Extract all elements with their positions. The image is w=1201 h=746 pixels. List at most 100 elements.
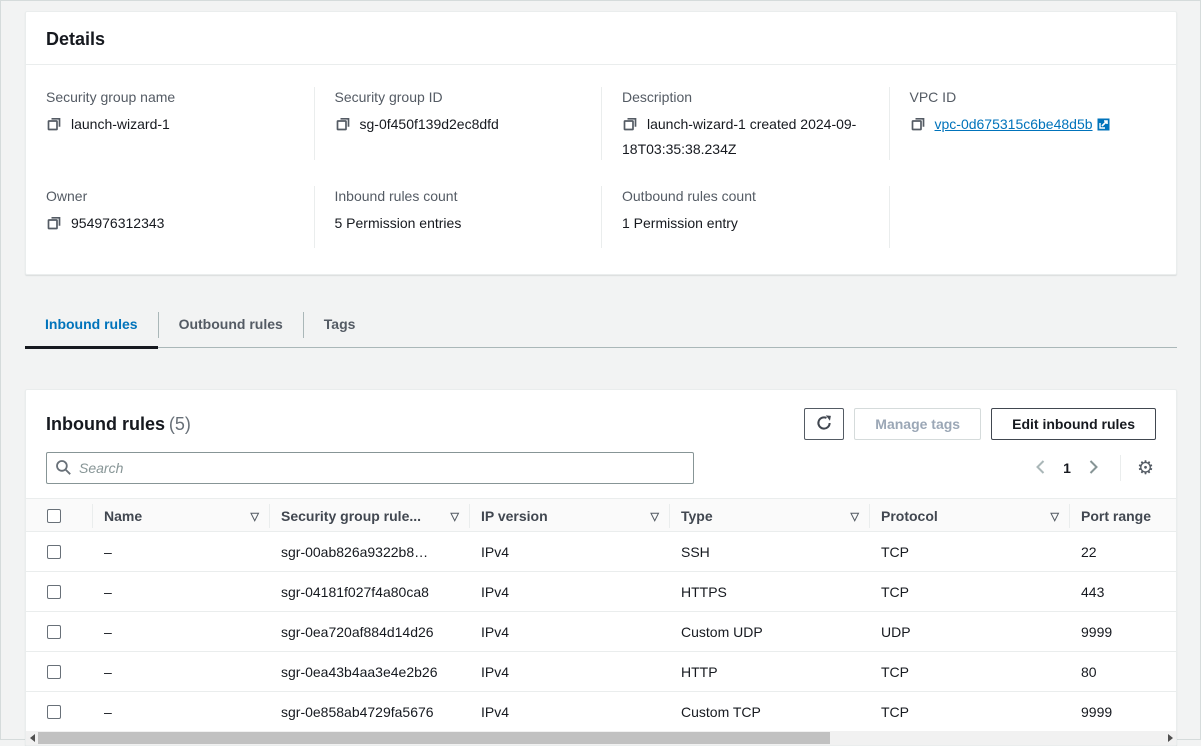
column-header-type[interactable]: Type▽ xyxy=(669,499,869,533)
cell-protocol: TCP xyxy=(869,704,1069,720)
tab-inbound-rules[interactable]: Inbound rules xyxy=(25,303,158,347)
cell-ip-version: IPv4 xyxy=(469,704,669,720)
cell-ip-version: IPv4 xyxy=(469,584,669,600)
cell-ip-version: IPv4 xyxy=(469,544,669,560)
cell-rule-id: sgr-0ea43b4aa3e4e2b26 xyxy=(269,664,469,680)
cell-name: – xyxy=(92,664,269,680)
table-row[interactable]: – sgr-00ab826a9322b8… IPv4 SSH TCP 22 xyxy=(26,532,1176,572)
field-label: Description xyxy=(622,87,869,107)
field-value: launch-wizard-1 xyxy=(46,113,294,138)
table-row[interactable]: – sgr-04181f027f4a80ca8 IPv4 HTTPS TCP 4… xyxy=(26,572,1176,612)
row-checkbox[interactable] xyxy=(47,665,61,679)
cell-name: – xyxy=(92,584,269,600)
field-inbound-rules-count: Inbound rules count 5 Permission entries xyxy=(314,186,602,248)
filter-icon[interactable]: ▽ xyxy=(651,510,659,523)
field-vpc-id: VPC ID vpc-0d675315c6be48d5b xyxy=(889,87,1177,160)
column-header-name[interactable]: Name▽ xyxy=(92,499,269,533)
field-label: Security group ID xyxy=(335,87,582,107)
cell-name: – xyxy=(92,544,269,560)
scroll-right-arrow-icon[interactable] xyxy=(1164,731,1176,745)
inbound-rules-card: Inbound rules (5) Manage tags Edit inbou… xyxy=(25,389,1177,746)
cell-type: HTTP xyxy=(669,664,869,680)
scrollbar-thumb[interactable] xyxy=(38,732,830,744)
tab-outbound-rules[interactable]: Outbound rules xyxy=(159,303,303,347)
cell-protocol: TCP xyxy=(869,584,1069,600)
cell-rule-id: sgr-0e858ab4729fa5676 xyxy=(269,704,469,720)
cell-type: Custom TCP xyxy=(669,704,869,720)
field-label: VPC ID xyxy=(910,87,1157,107)
manage-tags-button[interactable]: Manage tags xyxy=(854,408,981,440)
field-outbound-rules-count: Outbound rules count 1 Permission entry xyxy=(601,186,889,248)
table-row[interactable]: – sgr-0ea43b4aa3e4e2b26 IPv4 HTTP TCP 80 xyxy=(26,652,1176,692)
rule-count-badge: (5) xyxy=(169,414,191,434)
cell-type: Custom UDP xyxy=(669,624,869,640)
field-value: sg-0f450f139d2ec8dfd xyxy=(335,113,582,138)
filter-icon[interactable]: ▽ xyxy=(451,510,459,523)
field-value: 5 Permission entries xyxy=(335,212,582,234)
inbound-rules-header: Inbound rules (5) Manage tags Edit inbou… xyxy=(26,390,1176,452)
row-checkbox[interactable] xyxy=(47,625,61,639)
row-checkbox[interactable] xyxy=(47,705,61,719)
field-label: Inbound rules count xyxy=(335,186,582,206)
filter-icon[interactable]: ▽ xyxy=(251,510,259,523)
horizontal-scrollbar[interactable] xyxy=(26,731,1176,745)
copy-icon[interactable] xyxy=(46,215,62,237)
vpc-link[interactable]: vpc-0d675315c6be48d5b xyxy=(935,116,1093,132)
field-empty xyxy=(889,186,1177,248)
cell-port-range: 443 xyxy=(1069,584,1178,600)
filter-icon[interactable]: ▽ xyxy=(851,510,859,523)
cell-name: – xyxy=(92,624,269,640)
refresh-icon xyxy=(815,414,833,435)
copy-icon[interactable] xyxy=(910,116,926,138)
external-link-icon xyxy=(1097,115,1110,137)
chevron-left-icon xyxy=(1034,459,1047,478)
cell-port-range: 22 xyxy=(1069,544,1178,560)
tab-bar: Inbound rules Outbound rules Tags xyxy=(25,303,1177,348)
field-label: Security group name xyxy=(46,87,294,107)
cell-port-range: 9999 xyxy=(1069,624,1178,640)
cell-protocol: TCP xyxy=(869,664,1069,680)
filter-icon[interactable]: ▽ xyxy=(1051,510,1059,523)
details-content: Security group name launch-wizard-1 Secu… xyxy=(26,65,1176,274)
cell-type: SSH xyxy=(669,544,869,560)
previous-page-button[interactable] xyxy=(1028,455,1053,482)
current-page-number: 1 xyxy=(1057,460,1077,476)
field-value: 1 Permission entry xyxy=(622,212,869,234)
refresh-button[interactable] xyxy=(804,408,844,440)
pager-divider xyxy=(1120,455,1121,481)
select-all-checkbox[interactable] xyxy=(47,509,61,523)
column-header-protocol[interactable]: Protocol▽ xyxy=(869,499,1069,533)
details-card: Details Security group name launch-wizar… xyxy=(25,11,1177,275)
table-header-row: Name▽ Security group rule...▽ IP version… xyxy=(26,498,1176,532)
column-header-ip-version[interactable]: IP version▽ xyxy=(469,499,669,533)
table-toolbar: 1 ⚙ xyxy=(26,452,1176,498)
field-security-group-id: Security group ID sg-0f450f139d2ec8dfd xyxy=(314,87,602,160)
next-page-button[interactable] xyxy=(1081,455,1106,482)
field-label: Outbound rules count xyxy=(622,186,869,206)
row-checkbox[interactable] xyxy=(47,585,61,599)
select-all-cell xyxy=(26,499,92,533)
cell-port-range: 80 xyxy=(1069,664,1178,680)
field-value: 954976312343 xyxy=(46,212,294,237)
scroll-left-arrow-icon[interactable] xyxy=(26,731,38,745)
copy-icon[interactable] xyxy=(46,116,62,138)
scrollbar-track[interactable] xyxy=(38,731,1164,745)
edit-inbound-rules-button[interactable]: Edit inbound rules xyxy=(991,408,1156,440)
copy-icon[interactable] xyxy=(335,116,351,138)
search-input[interactable] xyxy=(46,452,694,484)
chevron-right-icon xyxy=(1087,459,1100,478)
table-row[interactable]: – sgr-0ea720af884d14d26 IPv4 Custom UDP … xyxy=(26,612,1176,652)
column-header-rule-id[interactable]: Security group rule...▽ xyxy=(269,499,469,533)
cell-type: HTTPS xyxy=(669,584,869,600)
row-checkbox[interactable] xyxy=(47,545,61,559)
settings-gear-icon[interactable]: ⚙ xyxy=(1135,457,1156,480)
column-header-port-range[interactable]: Port range xyxy=(1069,499,1178,533)
field-security-group-name: Security group name launch-wizard-1 xyxy=(26,87,314,160)
search-icon xyxy=(55,459,72,479)
cell-rule-id: sgr-04181f027f4a80ca8 xyxy=(269,584,469,600)
copy-icon[interactable] xyxy=(622,116,638,138)
table-row[interactable]: – sgr-0e858ab4729fa5676 IPv4 Custom TCP … xyxy=(26,692,1176,732)
tab-tags[interactable]: Tags xyxy=(304,303,376,347)
details-title: Details xyxy=(46,29,105,49)
pagination: 1 ⚙ xyxy=(1028,455,1156,482)
